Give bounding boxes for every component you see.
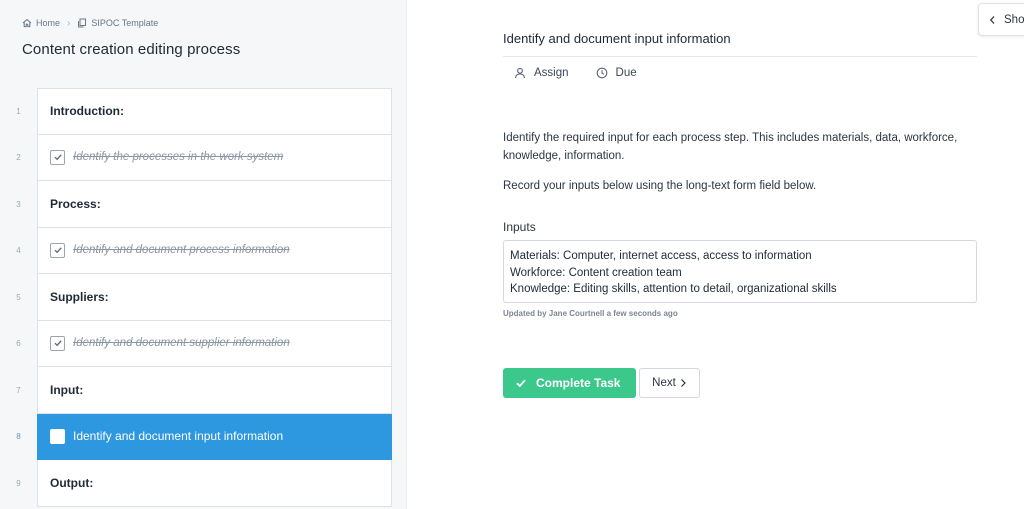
task-row: 5 Suppliers: (0, 274, 407, 321)
show-sidebar-tab[interactable]: Show (978, 3, 1024, 36)
task-row: 3 Process: (0, 181, 407, 228)
task-item-supplier-info[interactable]: Identify and document supplier informati… (37, 320, 392, 367)
assign-label: Assign (534, 67, 569, 79)
task-item-suppliers[interactable]: Suppliers: (37, 274, 392, 321)
task-number: 5 (16, 292, 21, 302)
task-row: 9 Output: (0, 460, 407, 507)
task-number: 9 (16, 478, 21, 488)
copy-icon (78, 18, 87, 28)
task-label: Introduction: (50, 104, 124, 119)
task-actions: Assign Due (514, 67, 664, 79)
task-label: Output: (50, 475, 94, 490)
task-label: Identify and document process informatio… (73, 244, 290, 257)
task-item-output[interactable]: Output: (37, 460, 392, 507)
breadcrumb-template-label: SIPOC Template (91, 18, 159, 28)
checklist-panel: Home › SIPOC Template Content creation e… (0, 0, 407, 509)
task-checkbox[interactable] (50, 428, 65, 444)
task-number: 3 (16, 199, 21, 209)
due-button[interactable]: Due (596, 67, 637, 79)
complete-task-button[interactable]: Complete Task (503, 368, 636, 398)
task-row: 7 Input: (0, 367, 407, 414)
home-icon (22, 18, 32, 28)
task-row: 1 Introduction: (0, 88, 407, 135)
task-label: Identify the processes in the work syste… (73, 151, 284, 164)
inputs-textarea[interactable]: Materials: Computer, internet access, ac… (503, 240, 977, 303)
show-label: Show (1004, 13, 1024, 26)
task-number: 6 (16, 339, 21, 349)
updated-timestamp: Updated by Jane Courtnell a few seconds … (503, 309, 678, 318)
breadcrumb-home[interactable]: Home (22, 18, 60, 28)
task-number: 8 (16, 432, 21, 442)
task-number: 7 (16, 385, 21, 395)
breadcrumb-template[interactable]: SIPOC Template (77, 18, 158, 28)
task-item-introduction[interactable]: Introduction: (37, 88, 392, 135)
task-label: Process: (50, 196, 101, 211)
chevron-right-icon (680, 379, 686, 387)
breadcrumb: Home › SIPOC Template (22, 16, 158, 30)
complete-task-label: Complete Task (536, 376, 621, 390)
task-label: Identify and document input information (73, 429, 284, 444)
chevron-left-icon (989, 15, 995, 24)
clock-icon (596, 67, 607, 79)
task-checkbox[interactable] (50, 242, 65, 258)
user-icon (514, 67, 526, 79)
task-detail-title: Identify and document input information (503, 31, 731, 46)
task-item-process-info[interactable]: Identify and document process informatio… (37, 227, 392, 274)
task-item-identify-processes[interactable]: Identify the processes in the work syste… (37, 134, 392, 181)
due-label: Due (615, 67, 637, 79)
task-checkbox[interactable] (50, 335, 65, 351)
task-row: 4 Identify and document process informat… (0, 227, 407, 274)
task-row: 8 Identify and document input informatio… (0, 413, 407, 460)
chevron-right-icon: › (67, 17, 71, 29)
task-item-process[interactable]: Process: (37, 181, 392, 228)
task-number: 4 (16, 246, 21, 256)
task-number: 1 (16, 106, 21, 116)
inputs-line: Materials: Computer, internet access, ac… (510, 250, 812, 262)
task-item-input-info[interactable]: Identify and document input information (37, 413, 392, 460)
task-row: 6 Identify and document supplier informa… (0, 320, 407, 367)
task-label: Suppliers: (50, 289, 109, 304)
check-icon (54, 247, 62, 254)
task-number: 2 (16, 153, 21, 163)
check-icon (54, 154, 62, 161)
next-label: Next (652, 377, 676, 389)
inputs-line: Knowledge: Editing skills, attention to … (510, 283, 837, 295)
divider (503, 56, 977, 57)
task-instruction: Record your inputs below using the long-… (503, 180, 817, 192)
check-icon (54, 340, 62, 347)
checklist-title: Content creation editing process (22, 41, 241, 58)
task-detail-panel: Identify and document input information … (408, 0, 1024, 509)
task-label: Identify and document supplier informati… (73, 337, 290, 350)
assign-button[interactable]: Assign (514, 67, 569, 79)
task-row: 2 Identify the processes in the work sys… (0, 134, 407, 181)
breadcrumb-home-label: Home (36, 18, 61, 28)
task-item-input[interactable]: Input: (37, 367, 392, 414)
task-list: 1 Introduction: 2 Identify the processes… (0, 88, 407, 507)
check-icon (516, 379, 526, 388)
task-label: Input: (50, 382, 84, 397)
task-description: Identify the required input for each pro… (503, 132, 958, 162)
task-checkbox[interactable] (50, 149, 65, 165)
inputs-field-label: Inputs (503, 220, 536, 234)
next-button[interactable]: Next (639, 368, 700, 398)
inputs-line: Workforce: Content creation team (510, 266, 682, 279)
